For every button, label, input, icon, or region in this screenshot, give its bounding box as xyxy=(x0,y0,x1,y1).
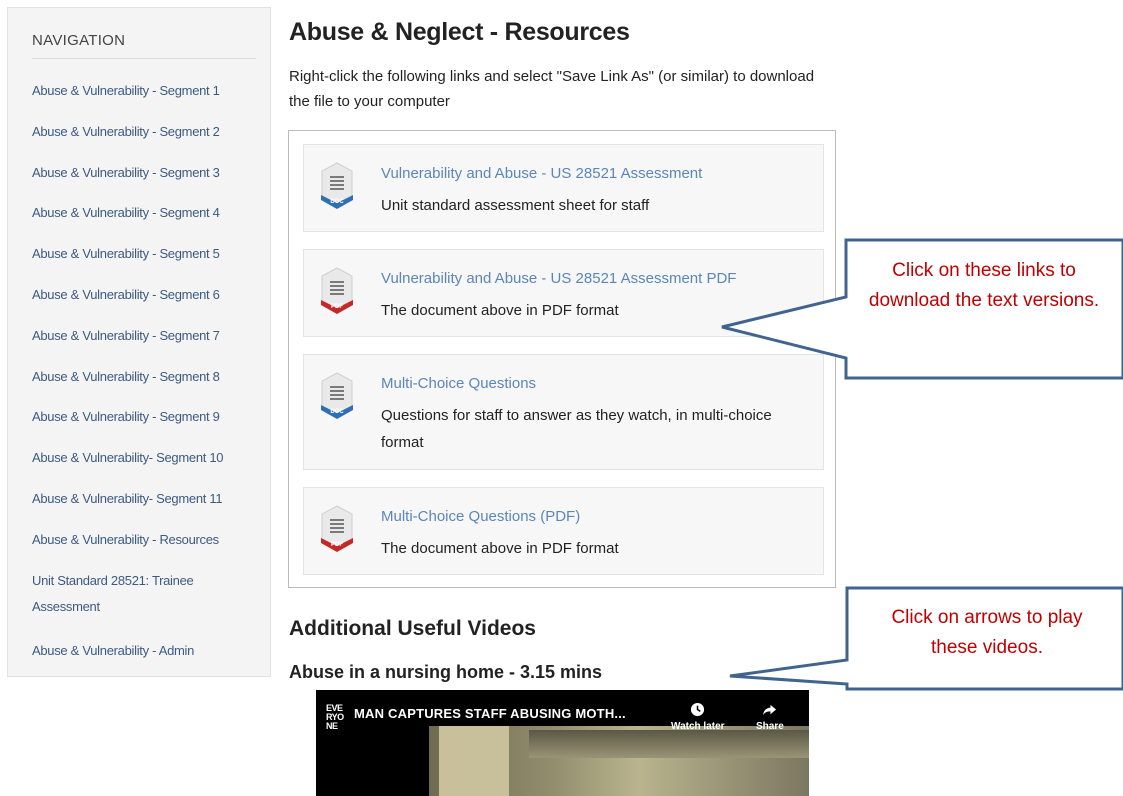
nav-item-admin[interactable]: Abuse & Vulnerability - Admin xyxy=(32,638,268,664)
sidebar-navigation: NAVIGATION Abuse & Vulnerability - Segme… xyxy=(7,7,271,677)
video-player[interactable]: EVE RYO NE MAN CAPTURES STAFF ABUSING MO… xyxy=(316,690,809,796)
file-item: PDF Multi-Choice Questions (PDF) The doc… xyxy=(303,487,824,575)
nav-item-segment-7[interactable]: Abuse & Vulnerability - Segment 7 xyxy=(32,323,268,349)
video-title: Abuse in a nursing home - 3.15 mins xyxy=(289,662,603,682)
file-list: DOC Vulnerability and Abuse - US 28521 A… xyxy=(288,130,836,588)
pdf-file-icon: PDF xyxy=(321,505,353,552)
video-frame xyxy=(429,726,809,796)
nav-item-segment-5[interactable]: Abuse & Vulnerability - Segment 5 xyxy=(32,241,268,267)
channel-logo[interactable]: EVE RYO NE xyxy=(326,704,346,731)
nav-list: Abuse & Vulnerability - Segment 1 Abuse … xyxy=(32,78,268,678)
file-link-multi-choice[interactable]: Multi-Choice Questions xyxy=(381,375,536,392)
file-description: The document above in PDF format xyxy=(381,540,619,557)
svg-text:PDF: PDF xyxy=(331,304,343,310)
file-link-assessment[interactable]: Vulnerability and Abuse - US 28521 Asses… xyxy=(381,165,702,182)
file-item: PDF Vulnerability and Abuse - US 28521 A… xyxy=(303,249,824,337)
file-item: DOC Multi-Choice Questions Questions for… xyxy=(303,354,824,470)
svg-text:PDF: PDF xyxy=(331,542,343,548)
video-embed-title[interactable]: MAN CAPTURES STAFF ABUSING MOTH... xyxy=(354,706,626,721)
doc-file-icon: DOC xyxy=(321,372,353,419)
clock-icon xyxy=(671,702,725,721)
file-description: Questions for staff to answer as they wa… xyxy=(381,407,772,451)
intro-text: Right-click the following links and sele… xyxy=(289,68,815,110)
nav-item-segment-8[interactable]: Abuse & Vulnerability - Segment 8 xyxy=(32,364,268,390)
nav-item-segment-6[interactable]: Abuse & Vulnerability - Segment 6 xyxy=(32,282,268,308)
nav-item-segment-10[interactable]: Abuse & Vulnerability- Segment 10 xyxy=(32,445,268,471)
file-link-multi-choice-pdf[interactable]: Multi-Choice Questions (PDF) xyxy=(381,508,580,525)
nav-item-segment-9[interactable]: Abuse & Vulnerability - Segment 9 xyxy=(32,404,268,430)
file-item: DOC Vulnerability and Abuse - US 28521 A… xyxy=(303,144,824,232)
section-title-videos: Additional Useful Videos xyxy=(289,617,536,640)
file-description: Unit standard assessment sheet for staff xyxy=(381,197,650,214)
nav-item-resources[interactable]: Abuse & Vulnerability - Resources xyxy=(32,527,268,553)
video-callout-text: Click on arrows to play these videos. xyxy=(891,607,1083,658)
share-button[interactable]: Share xyxy=(756,702,784,732)
svg-text:DOC: DOC xyxy=(330,409,344,415)
file-description: The document above in PDF format xyxy=(381,302,619,319)
watch-later-label: Watch later xyxy=(671,721,725,732)
nav-item-segment-2[interactable]: Abuse & Vulnerability - Segment 2 xyxy=(32,119,268,145)
svg-text:DOC: DOC xyxy=(330,199,344,205)
share-label: Share xyxy=(756,721,784,732)
pdf-file-icon: PDF xyxy=(321,267,353,314)
watch-later-button[interactable]: Watch later xyxy=(671,702,725,732)
nav-item-segment-4[interactable]: Abuse & Vulnerability - Segment 4 xyxy=(32,200,268,226)
nav-item-segment-1[interactable]: Abuse & Vulnerability - Segment 1 xyxy=(32,78,268,104)
file-link-assessment-pdf[interactable]: Vulnerability and Abuse - US 28521 Asses… xyxy=(381,270,736,287)
nav-item-trainee-assessment[interactable]: Unit Standard 28521: Trainee Assessment xyxy=(32,568,222,620)
share-arrow-icon xyxy=(756,702,784,721)
doc-file-icon: DOC xyxy=(321,162,353,209)
download-callout-text: Click on these links to download the tex… xyxy=(868,260,1100,311)
nav-item-segment-3[interactable]: Abuse & Vulnerability - Segment 3 xyxy=(32,160,268,186)
nav-heading: NAVIGATION xyxy=(32,32,256,59)
nav-item-segment-11[interactable]: Abuse & Vulnerability- Segment 11 xyxy=(32,486,268,512)
page-title: Abuse & Neglect - Resources xyxy=(289,18,630,46)
